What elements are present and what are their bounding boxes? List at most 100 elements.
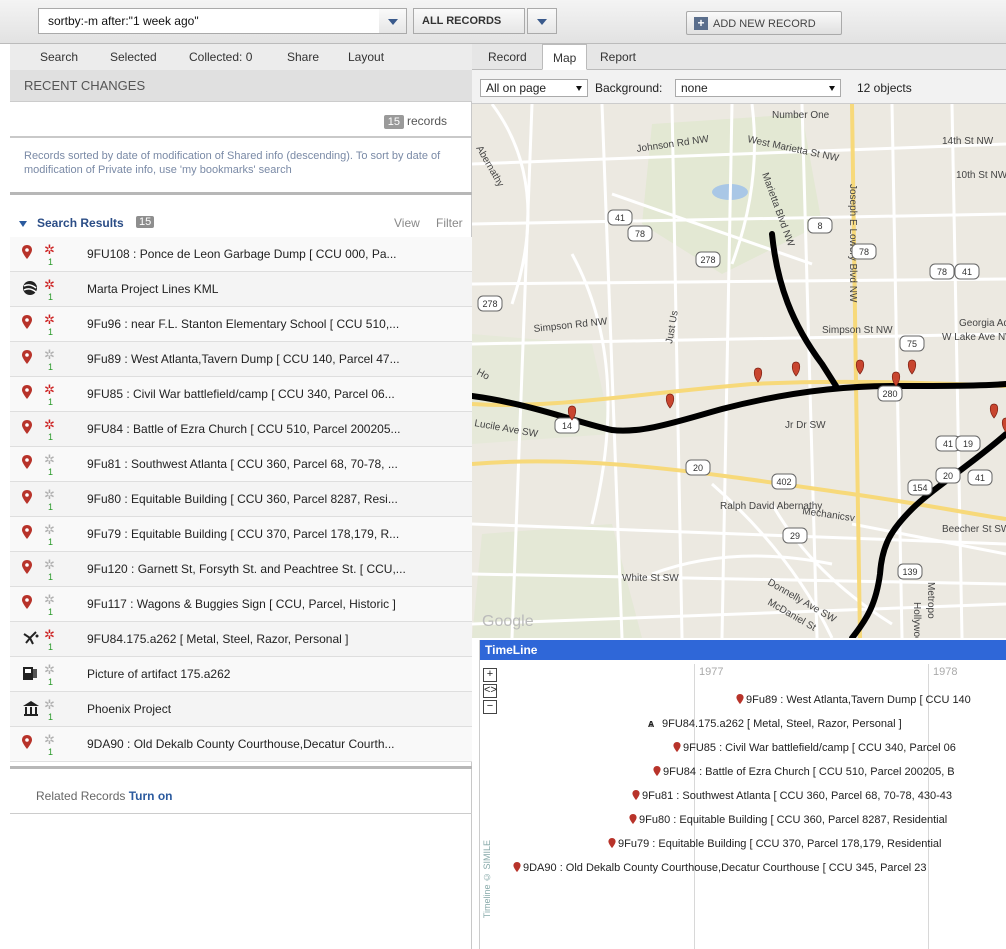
result-title[interactable]: 9FU108 : Ponce de Leon Garbage Dump [ CC…	[87, 247, 397, 261]
result-row[interactable]: ✲ 1 9FU108 : Ponce de Leon Garbage Dump [ …	[10, 237, 472, 272]
add-new-record-button[interactable]: + ADD NEW RECORD	[686, 11, 842, 35]
star-icon[interactable]: ✲	[44, 278, 55, 291]
search-input[interactable]: sortby:-m after:"1 week ago"	[38, 8, 406, 34]
tab-map[interactable]: Map	[542, 44, 588, 70]
result-row[interactable]: ✲ 1 9Fu89 : West Atlanta,Tavern Dump [ CCU…	[10, 342, 472, 377]
timeline-event[interactable]: 9FU85 : Civil War battlefield/camp [ CCU…	[673, 742, 956, 754]
star-icon[interactable]: ✲	[44, 593, 55, 606]
result-row[interactable]: ✲ 1 9Fu117 : Wagons & Buggies Sign [ CCU, …	[10, 587, 472, 622]
zoom-out-button[interactable]: −	[483, 700, 497, 714]
result-title[interactable]: 9FU84 : Battle of Ezra Church [ CCU 510,…	[87, 422, 401, 436]
view-button[interactable]: View	[394, 216, 420, 230]
result-title[interactable]: 9Fu117 : Wagons & Buggies Sign [ CCU, Pa…	[87, 597, 396, 611]
filter-button[interactable]: Filter	[436, 216, 463, 230]
road-shield: 402	[771, 473, 797, 490]
star-icon[interactable]: ✲	[44, 558, 55, 571]
star-icon[interactable]: ✲	[44, 698, 55, 711]
row-count-marker: 1	[48, 432, 54, 442]
result-row[interactable]: ✲ 1 Phoenix Project	[10, 692, 472, 727]
result-row[interactable]: ✲ 1 9DA90 : Old Dekalb County Courthouse,D…	[10, 727, 472, 762]
map-pin-icon	[632, 790, 640, 800]
star-icon[interactable]: ✲	[44, 733, 55, 746]
svg-text:41: 41	[615, 213, 625, 223]
related-records: Related Records Turn on	[36, 789, 173, 803]
result-title[interactable]: 9FU85 : Civil War battlefield/camp [ CCU…	[87, 387, 395, 401]
timeline-event[interactable]: 9FU84 : Battle of Ezra Church [ CCU 510,…	[653, 766, 955, 778]
star-icon[interactable]: ✲	[44, 488, 55, 501]
result-title[interactable]: 9DA90 : Old Dekalb County Courthouse,Dec…	[87, 737, 395, 751]
search-dropdown-button[interactable]	[379, 8, 407, 34]
result-row[interactable]: ✲ 1 9Fu80 : Equitable Building [ CCU 360, …	[10, 482, 472, 517]
timeline-event[interactable]: ѧ 9FU84.175.a262 [ Metal, Steel, Razor, P…	[648, 718, 902, 730]
related-turn-on-link[interactable]: Turn on	[129, 789, 173, 803]
star-icon[interactable]: ✲	[44, 243, 55, 256]
row-count-marker: 1	[48, 397, 54, 407]
result-title[interactable]: 9Fu80 : Equitable Building [ CCU 360, Pa…	[87, 492, 398, 506]
result-title[interactable]: 9FU84.175.a262 [ Metal, Steel, Razor, Pe…	[87, 632, 348, 646]
star-icon[interactable]: ✲	[44, 313, 55, 326]
star-icon[interactable]: ✲	[44, 418, 55, 431]
timeline-event-label: 9FU84 : Battle of Ezra Church [ CCU 510,…	[663, 766, 955, 778]
zoom-in-button[interactable]: +	[483, 668, 497, 682]
timeline-event-label: 9Fu89 : West Atlanta,Tavern Dump [ CCU 1…	[746, 694, 971, 706]
timeline-event[interactable]: 9Fu79 : Equitable Building [ CCU 370, Pa…	[608, 838, 941, 850]
background-select[interactable]: none	[675, 79, 841, 97]
tab-layout[interactable]: Layout	[348, 50, 384, 64]
tab-selected[interactable]: Selected	[110, 50, 157, 64]
result-row[interactable]: ✲ 1 9Fu81 : Southwest Atlanta [ CCU 360, P…	[10, 447, 472, 482]
star-icon[interactable]: ✲	[44, 663, 55, 676]
road-shield: 280	[877, 385, 903, 402]
tab-record[interactable]: Record	[478, 44, 537, 70]
record-scope-select[interactable]: ALL RECORDS	[413, 8, 525, 34]
result-row[interactable]: ✲ 1 9FU84 : Battle of Ezra Church [ CCU 51…	[10, 412, 472, 447]
result-title[interactable]: Marta Project Lines KML	[87, 282, 218, 296]
media-icon	[22, 665, 38, 683]
tab-collected[interactable]: Collected: 0	[189, 50, 252, 64]
result-title[interactable]: 9Fu79 : Equitable Building [ CCU 370, Pa…	[87, 527, 399, 541]
result-row[interactable]: ✲ 1 9Fu79 : Equitable Building [ CCU 370, …	[10, 517, 472, 552]
search-results-header[interactable]: Search Results 15 View Filter	[10, 214, 472, 234]
result-row[interactable]: ✲ 1 9Fu120 : Garnett St, Forsyth St. and P…	[10, 552, 472, 587]
result-title[interactable]: Phoenix Project	[87, 702, 171, 716]
collapse-triangle-icon[interactable]	[19, 221, 27, 227]
timeline-event[interactable]: 9Fu81 : Southwest Atlanta [ CCU 360, Par…	[632, 790, 952, 802]
map-canvas[interactable]: Number OneJohnson Rd NW West Marietta St …	[472, 104, 1006, 638]
result-title[interactable]: 9Fu89 : West Atlanta,Tavern Dump [ CCU 1…	[87, 352, 400, 366]
tab-share[interactable]: Share	[287, 50, 319, 64]
tab-report[interactable]: Report	[590, 44, 646, 70]
result-title[interactable]: 9Fu81 : Southwest Atlanta [ CCU 360, Par…	[87, 457, 398, 471]
timeline-event-label: 9Fu79 : Equitable Building [ CCU 370, Pa…	[618, 838, 942, 850]
divider	[10, 192, 472, 195]
result-row[interactable]: ✲ 1 Marta Project Lines KML	[10, 272, 472, 307]
tab-search[interactable]: Search	[40, 50, 78, 64]
map-street-label: Metropo	[925, 582, 936, 619]
timeline-event[interactable]: 9Fu89 : West Atlanta,Tavern Dump [ CCU 1…	[736, 694, 971, 706]
result-title[interactable]: 9Fu120 : Garnett St, Forsyth St. and Pea…	[87, 562, 406, 576]
scope-dropdown-button[interactable]	[527, 8, 557, 34]
result-row[interactable]: ✲ 1 9Fu96 : near F.L. Stanton Elementary S…	[10, 307, 472, 342]
star-icon[interactable]: ✲	[44, 348, 55, 361]
map-pin-icon	[22, 350, 38, 368]
result-title[interactable]: 9Fu96 : near F.L. Stanton Elementary Sch…	[87, 317, 399, 331]
map-view[interactable]: Number One Johnson Rd NW West Marietta St …	[472, 104, 1006, 638]
result-row[interactable]: ✲ 1 Picture of artifact 175.a262	[10, 657, 472, 692]
timeline-event[interactable]: 9Fu80 : Equitable Building [ CCU 360, Pa…	[629, 814, 947, 826]
svg-text:78: 78	[937, 267, 947, 277]
star-icon[interactable]: ✲	[44, 523, 55, 536]
show-scope-select[interactable]: All on page	[480, 79, 588, 97]
project-icon	[22, 700, 39, 718]
star-icon[interactable]: ✲	[44, 453, 55, 466]
result-row[interactable]: ✲ 1 9FU85 : Civil War battlefield/camp [ C…	[10, 377, 472, 412]
road-shield: 29	[782, 527, 808, 544]
row-count-marker: 1	[48, 537, 54, 547]
timeline-event[interactable]: 9DA90 : Old Dekalb County Courthouse,Dec…	[513, 862, 927, 874]
map-street-label: Joseph E Lowery Blvd NW	[847, 184, 858, 303]
star-icon[interactable]: ✲	[44, 628, 55, 641]
star-icon[interactable]: ✲	[44, 383, 55, 396]
zoom-fit-button[interactable]: <>	[483, 684, 497, 698]
row-count-marker: 1	[48, 467, 54, 477]
result-title[interactable]: Picture of artifact 175.a262	[87, 667, 230, 681]
result-row[interactable]: ✲ 1 9FU84.175.a262 [ Metal, Steel, Razor, …	[10, 622, 472, 657]
timeline-event-label: 9Fu81 : Southwest Atlanta [ CCU 360, Par…	[642, 790, 953, 802]
search-query-text: sortby:-m after:"1 week ago"	[48, 14, 199, 28]
